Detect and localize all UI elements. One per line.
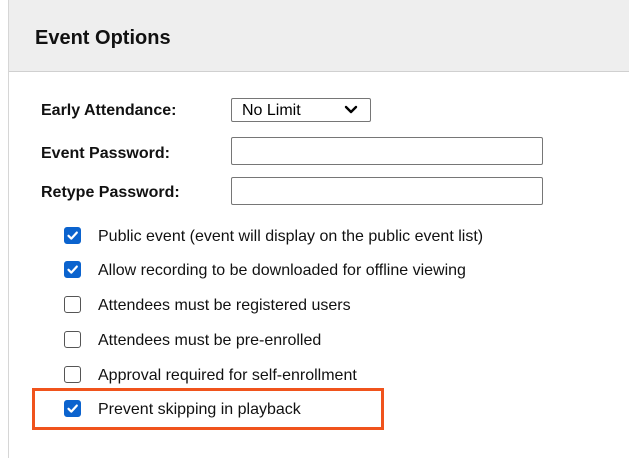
option-allow-download[interactable]: Allow recording to be downloaded for off…	[64, 259, 604, 281]
chevron-down-icon	[344, 105, 358, 114]
pre-enrolled-label: Attendees must be pre-enrolled	[98, 332, 322, 349]
panel-title: Event Options	[35, 27, 171, 49]
event-options-panel: Event Options Early Attendance: No Limit…	[8, 0, 629, 458]
highlight-annotation-box	[32, 388, 384, 430]
event-password-field[interactable]	[231, 137, 543, 165]
early-attendance-select[interactable]: No Limit	[231, 98, 371, 122]
public-event-checkbox[interactable]	[64, 227, 81, 244]
option-registered-users[interactable]: Attendees must be registered users	[64, 294, 604, 316]
retype-password-field[interactable]	[231, 177, 543, 205]
option-public-event[interactable]: Public event (event will display on the …	[64, 225, 604, 247]
registered-users-label: Attendees must be registered users	[98, 297, 351, 314]
pre-enrolled-checkbox[interactable]	[64, 331, 81, 348]
approval-required-checkbox[interactable]	[64, 366, 81, 383]
checkmark-icon	[67, 265, 78, 274]
event-password-label: Event Password:	[41, 145, 170, 162]
option-pre-enrolled[interactable]: Attendees must be pre-enrolled	[64, 329, 604, 351]
registered-users-checkbox[interactable]	[64, 296, 81, 313]
checkmark-icon	[67, 231, 78, 240]
allow-download-checkbox[interactable]	[64, 261, 81, 278]
early-attendance-label: Early Attendance:	[41, 102, 177, 119]
public-event-label: Public event (event will display on the …	[98, 228, 484, 245]
option-approval-required[interactable]: Approval required for self-enrollment	[64, 364, 604, 386]
panel-header: Event Options	[9, 0, 629, 72]
approval-required-label: Approval required for self-enrollment	[98, 367, 357, 384]
allow-download-label: Allow recording to be downloaded for off…	[98, 262, 466, 279]
early-attendance-value: No Limit	[242, 102, 301, 119]
retype-password-label: Retype Password:	[41, 184, 180, 201]
